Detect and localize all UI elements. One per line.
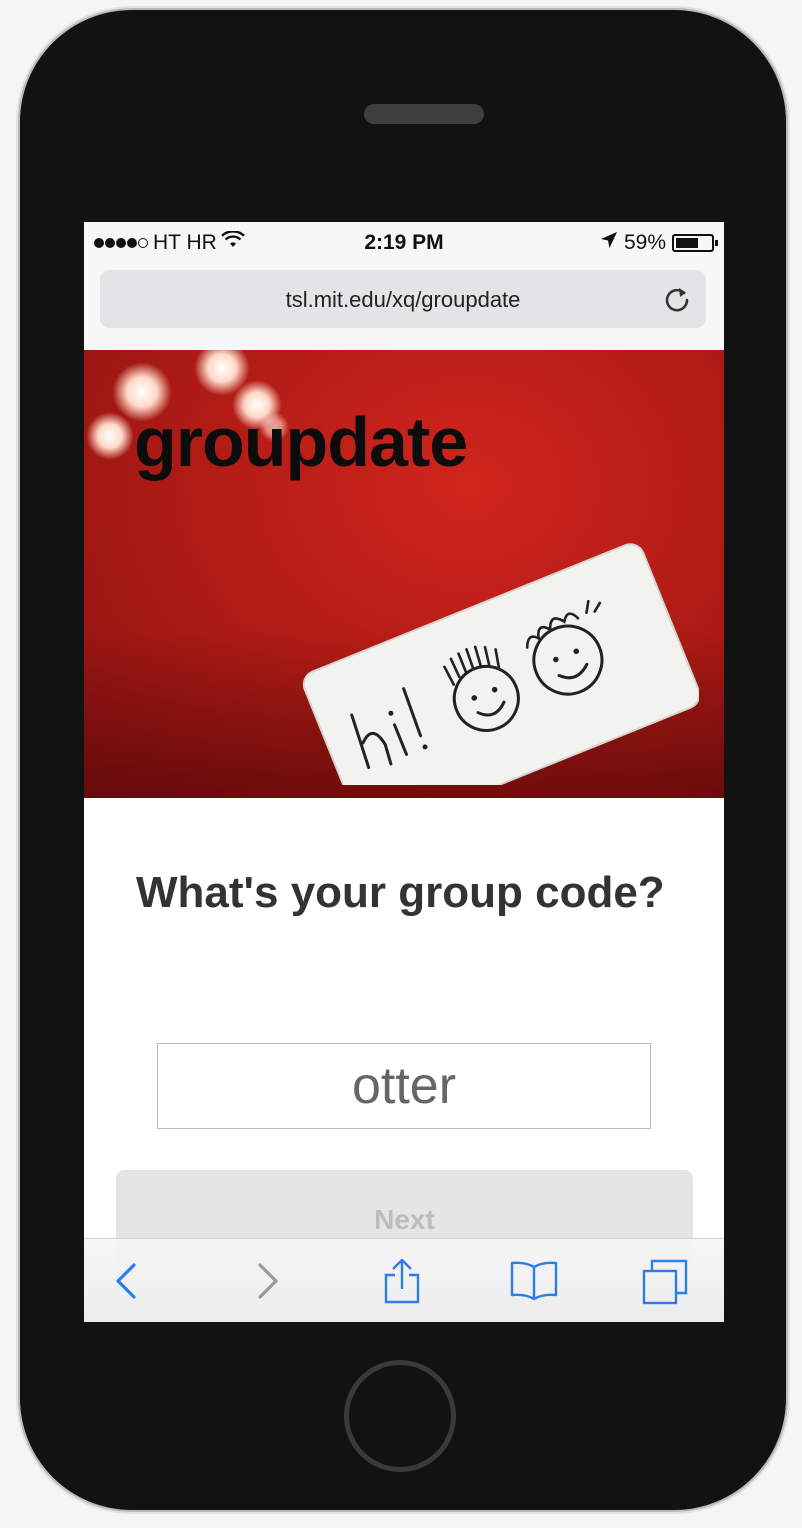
status-bar: HT HR 2:19 PM 59% <box>84 222 724 266</box>
hero-banner: groupdate <box>84 350 724 798</box>
phone-screen: HT HR 2:19 PM 59% tsl.mit.edu/xq/groupda… <box>84 222 724 1322</box>
group-code-question: What's your group code? <box>136 868 665 917</box>
share-icon[interactable] <box>378 1257 426 1305</box>
reload-icon[interactable] <box>662 284 692 314</box>
address-url[interactable]: tsl.mit.edu/xq/groupdate <box>100 287 706 313</box>
battery-icon <box>672 234 718 252</box>
group-code-input[interactable] <box>157 1043 651 1129</box>
brand-title: groupdate <box>134 403 468 481</box>
chevron-left-icon[interactable] <box>104 1257 152 1305</box>
home-button[interactable] <box>344 1360 456 1472</box>
browser-address-area: tsl.mit.edu/xq/groupdate <box>84 266 724 350</box>
tabs-icon[interactable] <box>640 1257 688 1305</box>
address-bar[interactable]: tsl.mit.edu/xq/groupdate <box>100 270 706 328</box>
status-right: 59% <box>600 231 718 255</box>
chevron-right-icon[interactable] <box>242 1257 290 1305</box>
book-icon[interactable] <box>510 1257 558 1305</box>
location-icon <box>600 231 618 255</box>
battery-percent: 59% <box>623 231 666 254</box>
phone-speaker <box>364 104 484 124</box>
browser-toolbar <box>84 1238 724 1322</box>
phone-frame: HT HR 2:19 PM 59% tsl.mit.edu/xq/groupda… <box>20 10 786 1510</box>
hi-card-illustration <box>302 543 699 785</box>
